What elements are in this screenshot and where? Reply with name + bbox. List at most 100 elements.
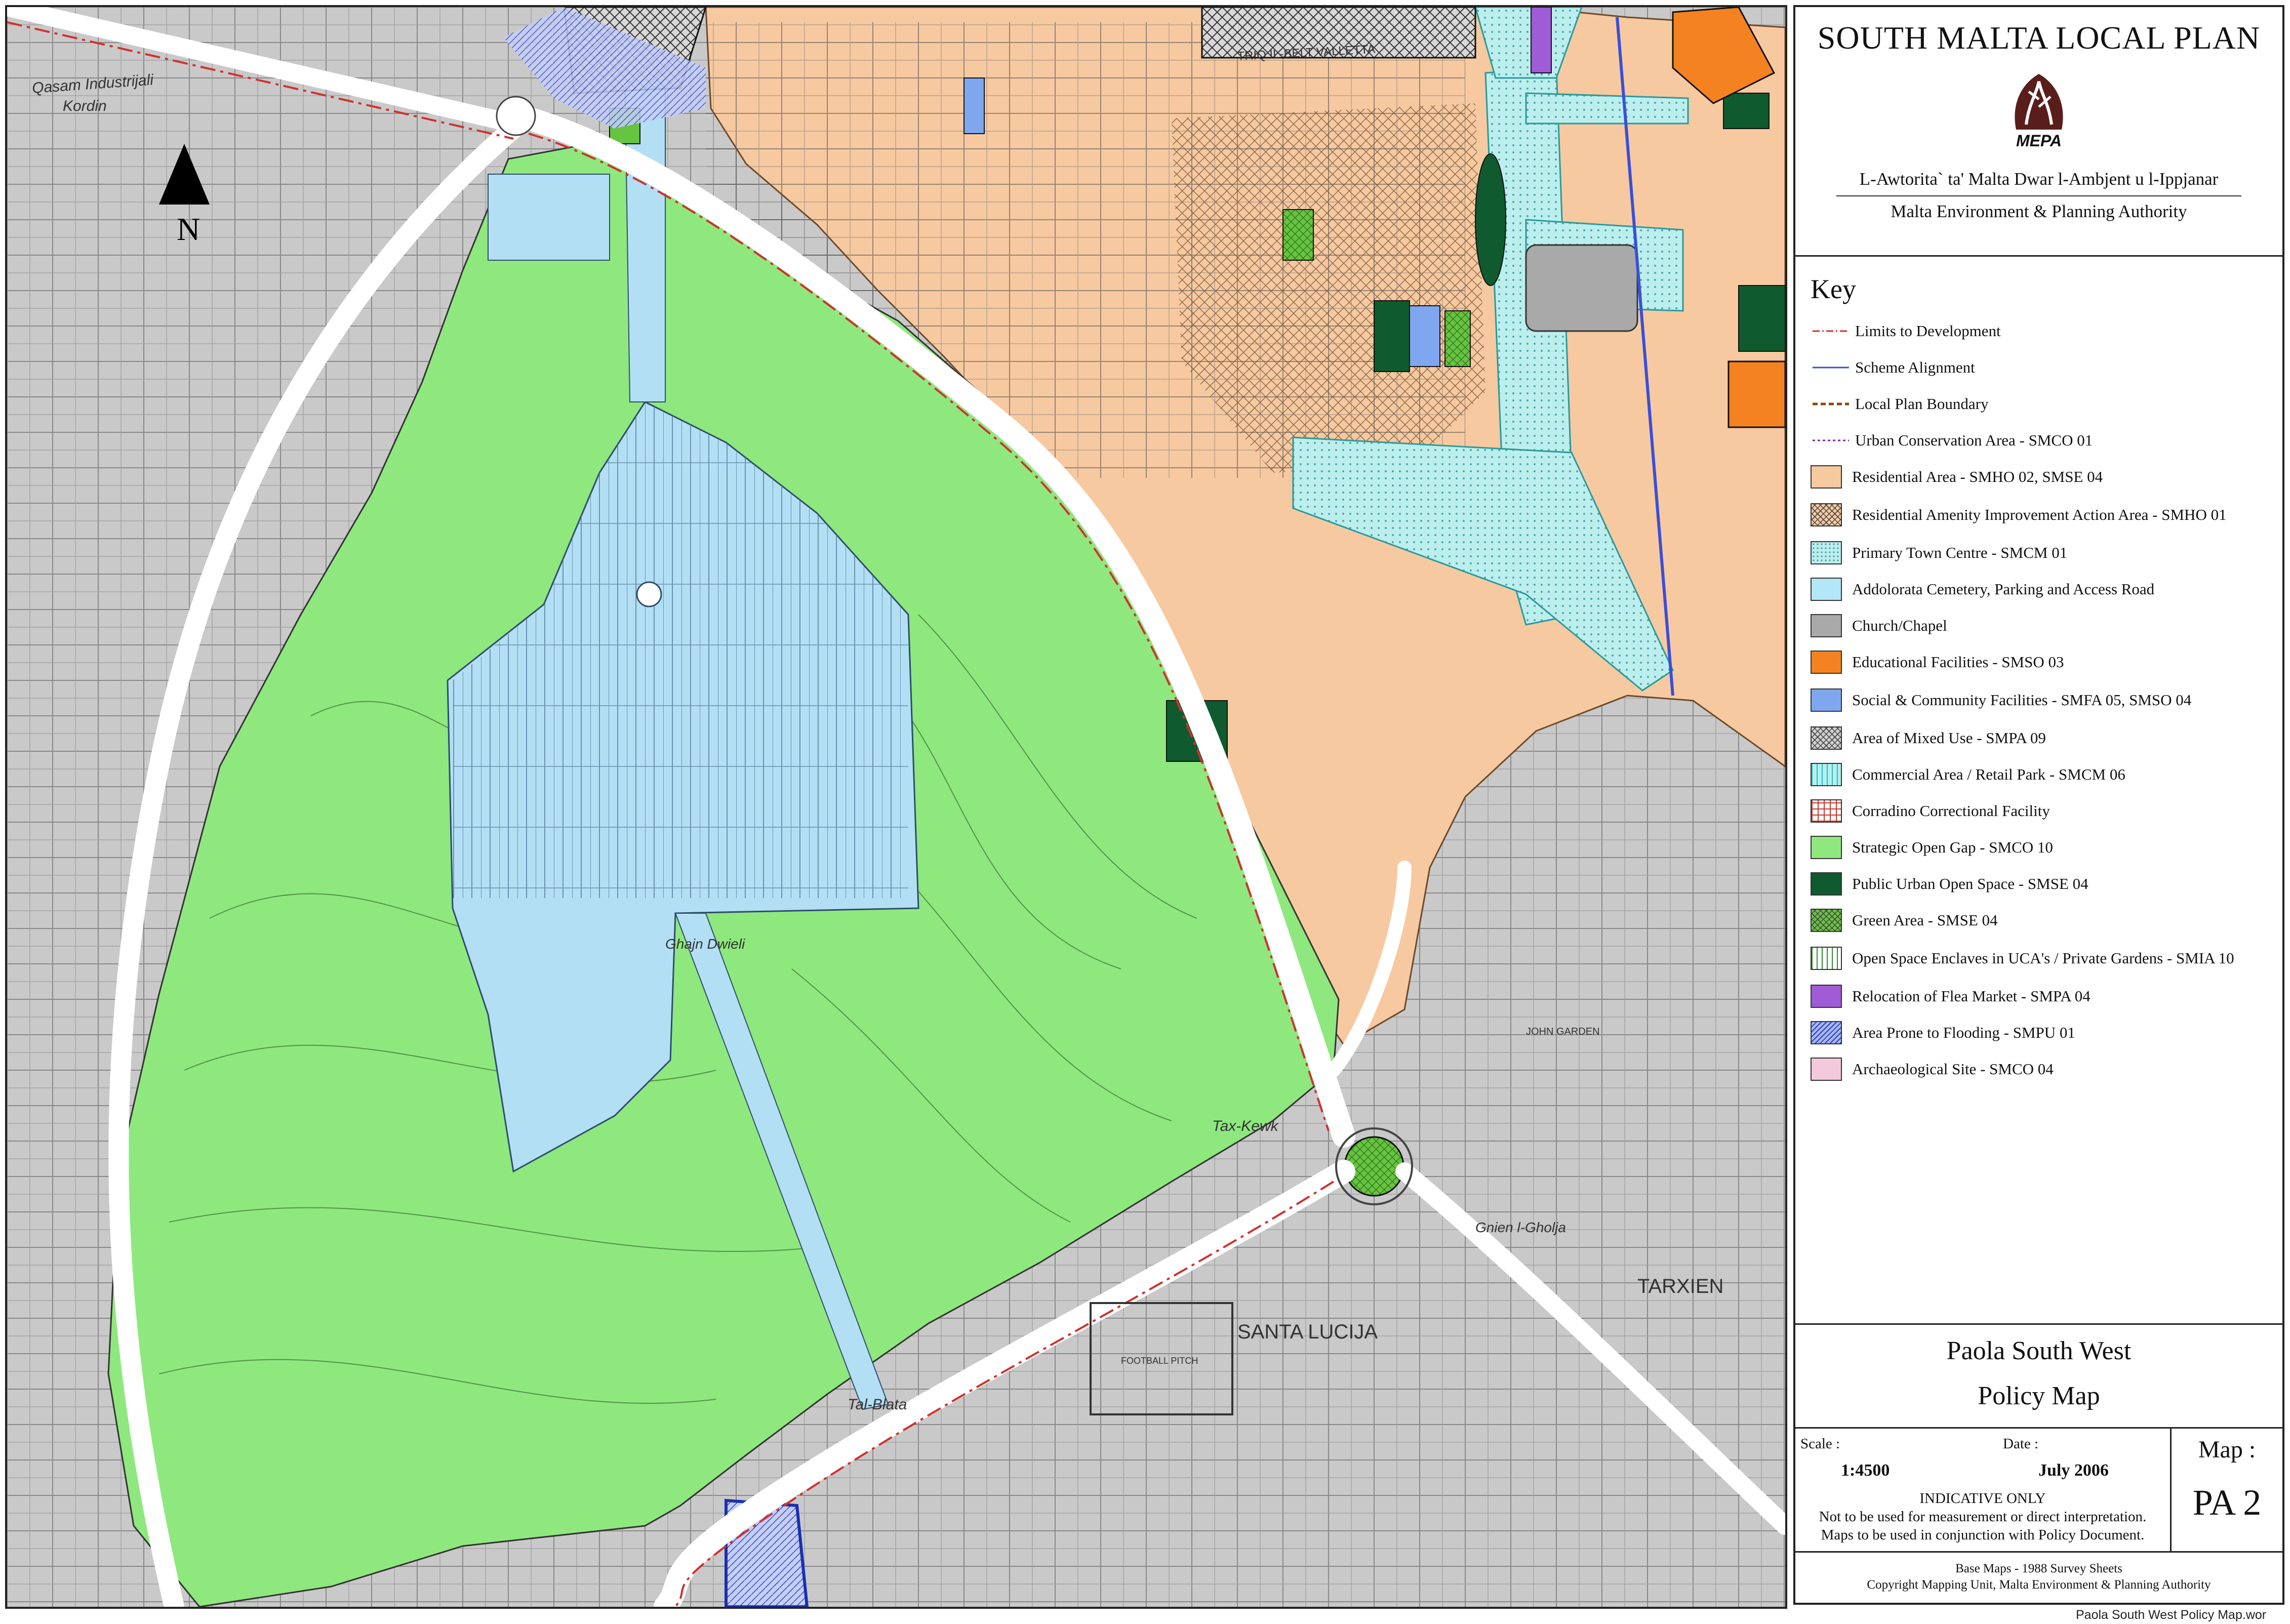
label-football-pitch: FOOTBALL PITCH (1121, 1356, 1198, 1366)
credits-line-1: Base Maps - 1988 Survey Sheets (1955, 1562, 2122, 1575)
key-line-symbol (1811, 392, 1851, 416)
key-item: Corradino Correctional Facility (1811, 793, 2282, 829)
key-swatch (1811, 688, 1842, 712)
key-label: Relocation of Flea Market - SMPA 04 (1852, 987, 2091, 1005)
credits-section: Base Maps - 1988 Survey Sheets Copyright… (1795, 1551, 2282, 1604)
public-open-space-4[interactable] (1738, 285, 1785, 352)
key-item: Area Prone to Flooding - SMPU 01 (1811, 1014, 2282, 1051)
map-number: PA 2 (2192, 1482, 2262, 1523)
label-tax-kewk: Tax-Kewk (1212, 1118, 1279, 1134)
green-area-1[interactable] (1282, 209, 1314, 261)
church[interactable] (1525, 244, 1638, 332)
map-key: Key Limits to Development Scheme Alignmen… (1795, 255, 2282, 1323)
key-item: Addolorata Cemetery, Parking and Access … (1811, 571, 2282, 607)
credits-line-2: Copyright Mapping Unit, Malta Environmen… (1867, 1578, 2211, 1592)
key-swatch (1811, 726, 1842, 750)
plan-title: SOUTH MALTA LOCAL PLAN (1817, 20, 2261, 56)
map-info-section: Scale : 1:4500 Date : July 2006 INDICATI… (1795, 1427, 2282, 1553)
green-area-2[interactable] (1444, 310, 1471, 367)
key-swatch (1811, 578, 1842, 601)
flea-market[interactable] (1531, 7, 1552, 73)
key-item: Local Plan Boundary (1811, 386, 2282, 422)
key-item: Residential Area - SMHO 02, SMSE 04 (1811, 459, 2282, 495)
key-item: Commercial Area / Retail Park - SMCM 06 (1811, 756, 2282, 793)
key-label: Addolorata Cemetery, Parking and Access … (1852, 580, 2155, 598)
key-label: Social & Community Facilities - SMFA 05,… (1852, 691, 2192, 709)
date-caption: Date : (2003, 1436, 2039, 1452)
key-item: Church/Chapel (1811, 607, 2282, 644)
key-swatch (1811, 872, 1842, 896)
key-swatch (1811, 909, 1842, 932)
authority-name-english: Malta Environment & Planning Authority (1891, 201, 2187, 221)
mepa-logo-icon: MEPA (2006, 64, 2072, 150)
indicative-line-3: Maps to be used in conjunction with Poli… (1821, 1527, 2145, 1543)
key-label: Residential Area - SMHO 02, SMSE 04 (1852, 468, 2103, 485)
key-item: Primary Town Centre - SMCM 01 (1811, 535, 2282, 571)
key-item: Public Urban Open Space - SMSE 04 (1811, 866, 2282, 902)
key-label: Residential Amenity Improvement Action A… (1852, 506, 2227, 523)
key-item: Green Area - SMSE 04 (1811, 902, 2282, 939)
key-label: Urban Conservation Area - SMCO 01 (1855, 431, 2093, 449)
key-swatch (1811, 763, 1842, 786)
key-line-symbol (1811, 429, 1851, 452)
indicative-line-2: Not to be used for measurement or direct… (1819, 1509, 2147, 1525)
key-swatch (1811, 1058, 1842, 1081)
key-item: Area of Mixed Use - SMPA 09 (1811, 720, 2282, 756)
cemetery-parking[interactable] (488, 174, 610, 261)
key-item: Relocation of Flea Market - SMPA 04 (1811, 978, 2282, 1014)
key-title: Key (1811, 274, 1856, 304)
key-label: Green Area - SMSE 04 (1852, 911, 1998, 929)
town-square-garden[interactable] (1475, 153, 1506, 286)
scale-date-block: Scale : 1:4500 Date : July 2006 INDICATI… (1795, 1429, 2172, 1553)
key-swatch (1811, 799, 1842, 823)
map-name-section: Paola South West Policy Map (1795, 1323, 2282, 1429)
key-item: Urban Conservation Area - SMCO 01 (1811, 422, 2282, 459)
label-tal-blata: Tal-Blata (848, 1396, 907, 1413)
key-item: Educational Facilities - SMSO 03 (1811, 644, 2282, 680)
key-label: Scheme Alignment (1855, 358, 1975, 376)
label-tarxien: TARXIEN (1637, 1275, 1723, 1297)
authority-name-maltese: L-Awtorita` ta' Malta Dwar l-Ambjent u l… (1859, 169, 2219, 189)
key-swatch (1811, 985, 1842, 1008)
social-facility-1[interactable] (1409, 305, 1440, 367)
indicative-note: INDICATIVE ONLY Not to be used for measu… (1795, 1489, 2170, 1544)
key-item: Social & Community Facilities - SMFA 05,… (1811, 680, 2282, 720)
key-swatch (1811, 503, 1842, 526)
key-line-symbol (1811, 356, 1851, 379)
logo-text: MEPA (2016, 132, 2062, 150)
map-number-block: Map : PA 2 (2172, 1429, 2282, 1553)
social-facility-2[interactable] (963, 77, 985, 134)
educational-facility-2[interactable] (1727, 360, 1785, 428)
date-value: July 2006 (2038, 1461, 2109, 1480)
key-label: Educational Facilities - SMSO 03 (1852, 653, 2064, 671)
key-swatch (1811, 465, 1842, 489)
key-label: Strategic Open Gap - SMCO 10 (1852, 838, 2053, 856)
key-label: Archaeological Site - SMCO 04 (1852, 1060, 2054, 1078)
map-number-caption: Map : (2198, 1436, 2256, 1463)
key-swatch (1811, 651, 1842, 674)
cemetery-roundel (636, 581, 662, 607)
key-label: Commercial Area / Retail Park - SMCM 06 (1852, 765, 2125, 783)
svg-text:N: N (177, 211, 200, 247)
scale-caption: Scale : (1800, 1436, 1840, 1452)
key-item: Archaeological Site - SMCO 04 (1811, 1051, 2282, 1087)
key-item: Limits to Development (1811, 313, 2282, 349)
label-gnien-l-gholja: Gnien l-Gholja (1475, 1220, 1566, 1235)
label-santa-lucija: SANTA LUCIJA (1237, 1321, 1378, 1343)
public-open-space-3[interactable] (1723, 93, 1770, 129)
key-item: Scheme Alignment (1811, 349, 2282, 386)
key-label: Corradino Correctional Facility (1852, 802, 2050, 820)
map-name-line-2: Policy Map (1978, 1382, 2100, 1410)
key-swatch (1811, 836, 1842, 859)
key-label: Local Plan Boundary (1855, 395, 1989, 413)
public-open-space-1[interactable] (1374, 300, 1410, 372)
label-kordin: Kordin (63, 98, 107, 114)
key-swatch (1811, 1021, 1842, 1044)
policy-map[interactable]: N Qasam Industrijali Kordin TRIQ IL-BELT… (5, 5, 1787, 1609)
map-name-line-1: Paola South West (1946, 1336, 2132, 1365)
file-name: Paola South West Policy Map.wor (2076, 1608, 2267, 1622)
key-swatch (1811, 541, 1842, 564)
key-item: Strategic Open Gap - SMCO 10 (1811, 829, 2282, 866)
key-label: Area of Mixed Use - SMPA 09 (1852, 729, 2046, 747)
label-john-garden: JOHN GARDEN (1526, 1026, 1600, 1037)
